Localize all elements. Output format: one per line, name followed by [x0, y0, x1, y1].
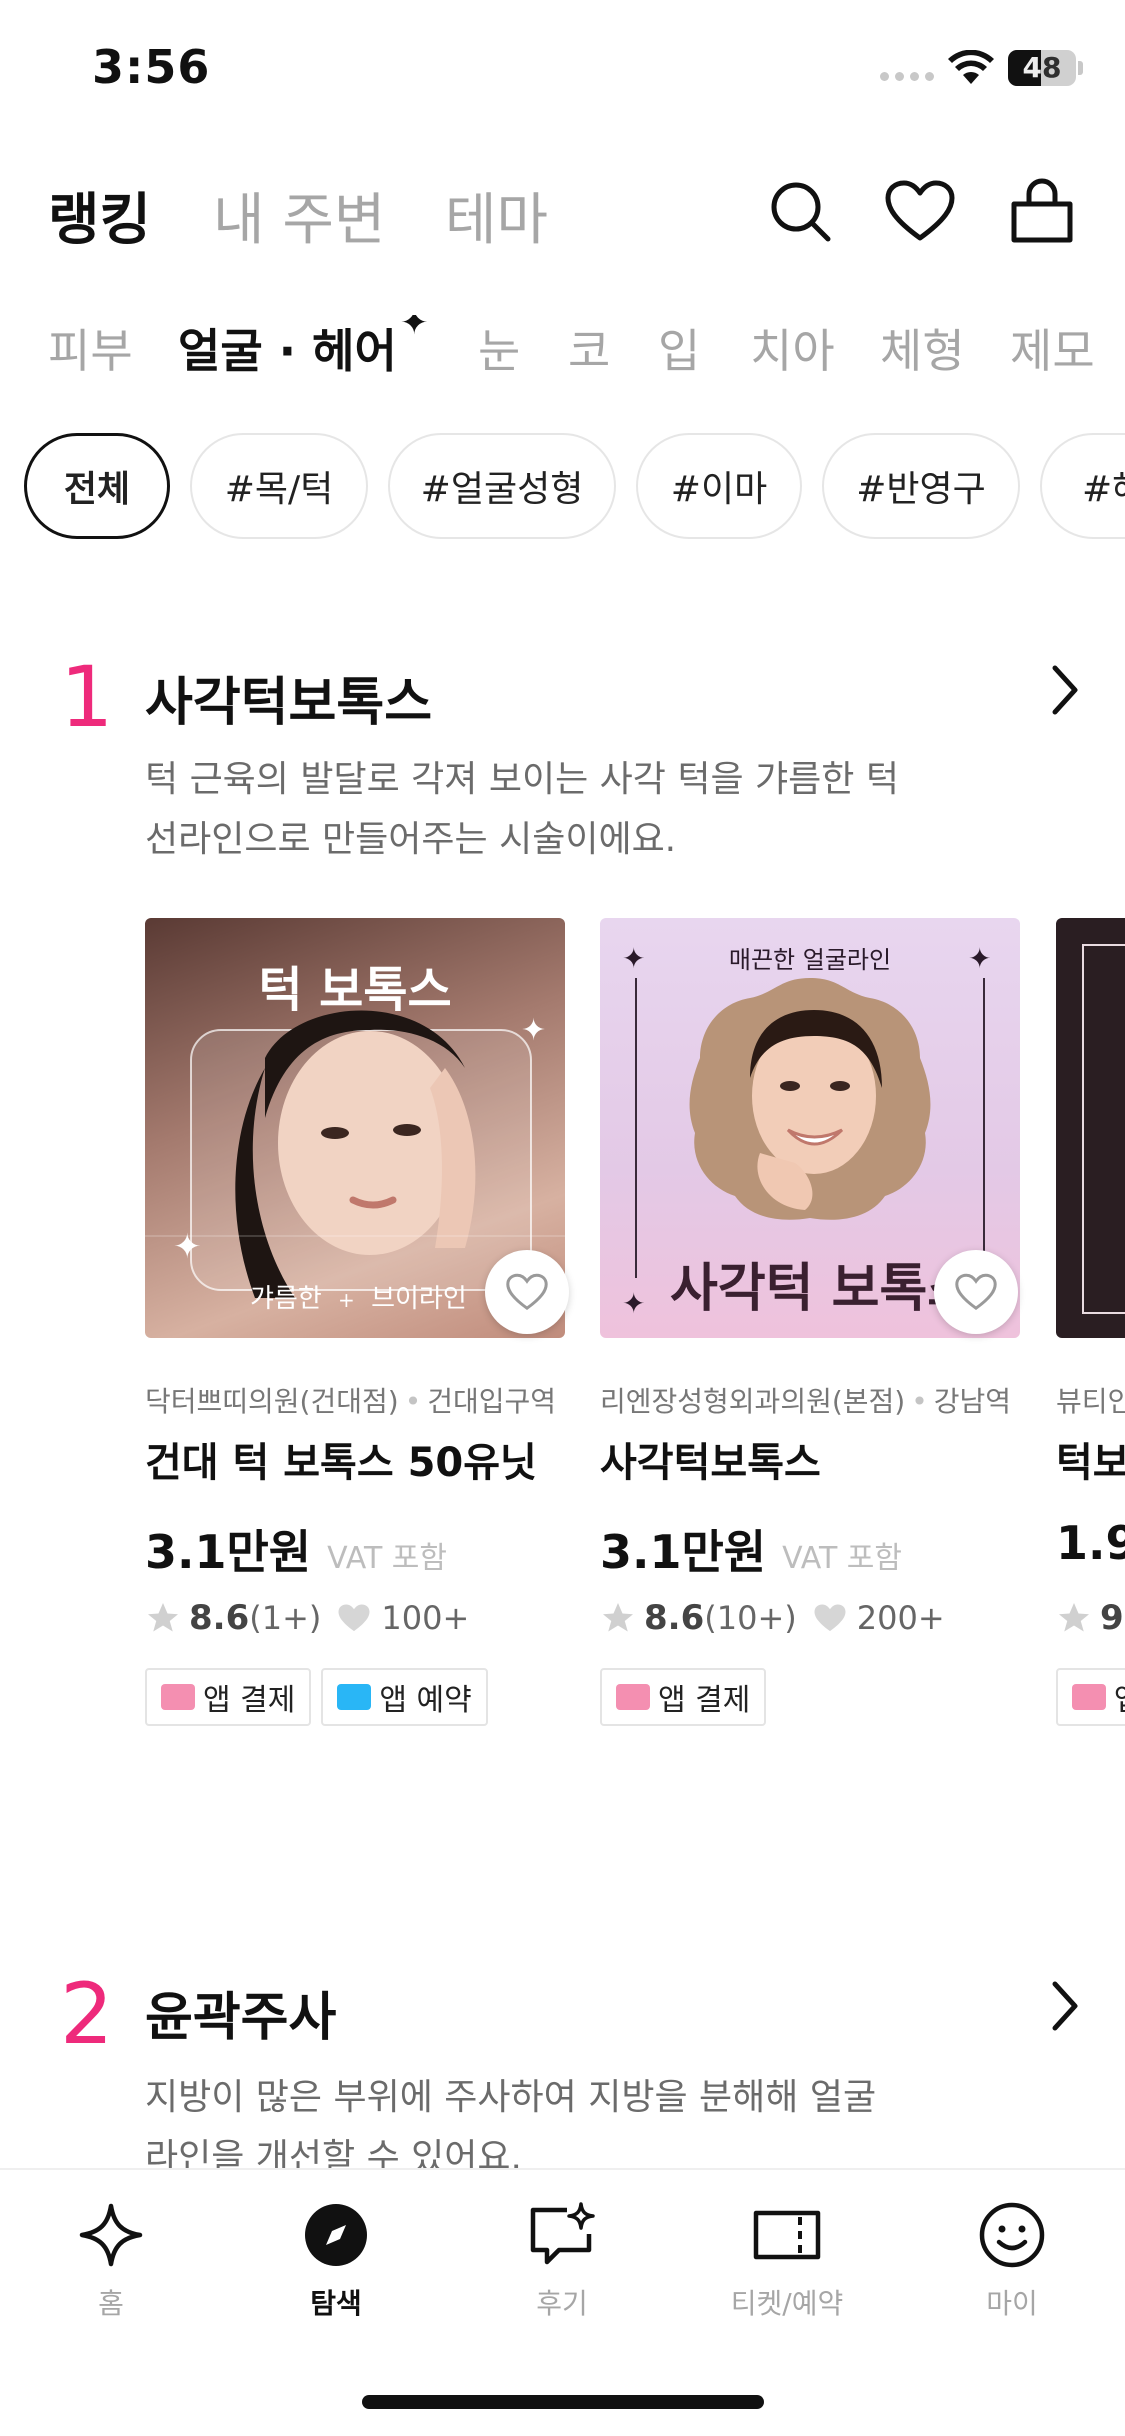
nav-tickets-label: 티켓/예약	[730, 2287, 844, 2320]
battery-icon: 48	[1008, 50, 1076, 86]
status-time: 3:56	[92, 40, 211, 94]
cellular-signal-icon	[880, 72, 934, 81]
product-card[interactable]: ✦ ✦ 턱 보톡스 갸름한 + 브이라인 닥터쁘띠의원(건대점) • 건대입구역 건…	[145, 918, 569, 1738]
sparkle-icon	[79, 2203, 143, 2267]
category-nose[interactable]: 코	[568, 315, 610, 381]
shopping-bag-icon	[1011, 178, 1073, 243]
star-icon	[603, 1603, 633, 1632]
thumbnail-caption: 갸름한 + 브이라인	[250, 1284, 467, 1314]
nav-my[interactable]: 마이	[922, 2200, 1102, 2322]
card-icon	[616, 1684, 650, 1710]
new-sparkle-icon: ✦	[400, 315, 429, 343]
nav-explore[interactable]: 탐색	[246, 2200, 426, 2322]
nav-explore-label: 탐색	[310, 2287, 362, 2320]
filter-chips: 전체 #목/턱 #얼굴성형 #이마 #반영구 #헤	[0, 433, 1125, 541]
nav-reviews-label: 후기	[536, 2287, 588, 2320]
like-button[interactable]	[485, 1250, 569, 1334]
nav-tickets[interactable]: 티켓/예약	[697, 2200, 877, 2322]
category-face-hair[interactable]: 얼굴 · 헤어	[178, 315, 397, 381]
rank-number: 2	[60, 1965, 114, 2063]
rank-description: 턱 근육의 발달로 각져 보이는 사각 턱을 갸름한 턱선라인으로 만들어주는 …	[145, 759, 899, 860]
nav-reviews[interactable]: 후기	[472, 2200, 652, 2322]
product-price: 3.1만원 VAT 포함	[600, 1525, 902, 1579]
badge-row: 앱	[1056, 1668, 1125, 1726]
svg-text:✦: ✦	[622, 1287, 645, 1320]
category-body[interactable]: 체형	[880, 315, 965, 381]
chevron-right-icon[interactable]	[1045, 1976, 1085, 2036]
rank-title[interactable]: 윤곽주사	[145, 1975, 336, 2050]
wishlist-button[interactable]	[884, 175, 956, 247]
app-pay-badge: 앱 결제	[145, 1668, 312, 1726]
category-tabs: 피부 얼굴 · 헤어 ✦ 눈 코 입 치아 체형 제모	[0, 315, 1125, 395]
heart-outline-icon	[955, 1273, 997, 1311]
chip-neck-chin[interactable]: #목/턱	[190, 433, 368, 539]
thumbnail-tagline: 매끈한 얼굴라인	[728, 946, 892, 974]
product-card-partial[interactable]: 뷰티인 턱보 1.9 9 앱	[1056, 918, 1125, 1738]
badge-row: 앱 결제 앱 예약	[145, 1668, 488, 1726]
heart-filled-icon	[338, 1604, 370, 1632]
category-skin[interactable]: 피부	[48, 315, 133, 381]
product-thumbnail	[1056, 918, 1125, 1338]
status-bar: 3:56 48	[0, 0, 1125, 140]
battery-tip	[1078, 61, 1083, 75]
search-icon	[771, 182, 831, 242]
smile-icon	[979, 2202, 1045, 2268]
chip-all[interactable]: 전체	[24, 433, 170, 539]
search-button[interactable]	[764, 175, 836, 247]
tab-nearby[interactable]: 내 주변	[213, 175, 385, 256]
category-hair-removal[interactable]: 제모	[1010, 315, 1095, 381]
thumbnail-title: 사각턱 보톡스	[670, 1259, 976, 1319]
card-icon	[1072, 1684, 1106, 1710]
nav-home[interactable]: 홈	[21, 2200, 201, 2322]
review-icon	[530, 2202, 595, 2265]
tab-ranking[interactable]: 랭킹	[48, 175, 151, 256]
nav-my-label: 마이	[986, 2287, 1038, 2320]
heart-outline-icon	[506, 1273, 548, 1311]
card-icon	[161, 1684, 195, 1710]
tab-theme[interactable]: 테마	[445, 175, 548, 256]
heart-icon	[885, 180, 955, 241]
compass-icon	[305, 2204, 367, 2266]
category-mouth[interactable]: 입	[658, 315, 700, 381]
clinic-info: 리엔장성형외과의원(본점) • 강남역	[600, 1385, 1012, 1418]
chip-forehead[interactable]: #이마	[636, 433, 802, 539]
home-indicator	[362, 2395, 764, 2409]
calendar-check-icon	[337, 1684, 372, 1710]
product-card[interactable]: ✦ ✦ ✦ 매끈한 얼굴라인 사각턱 보톡스 리엔장성형외과의원(본점) • 강남역…	[600, 918, 1020, 1738]
product-stats: 8.6 (1+) 100+	[145, 1598, 469, 1638]
star-icon	[148, 1603, 178, 1632]
app-reserve-badge: 앱 예약	[321, 1668, 488, 1726]
badge-row: 앱 결제	[600, 1668, 767, 1726]
product-name: 사각턱보톡스	[600, 1440, 821, 1486]
star-icon	[1059, 1603, 1089, 1632]
product-stats: 9	[1056, 1598, 1124, 1638]
thumbnail-title: 턱 보톡스	[258, 962, 452, 1018]
chevron-right-icon[interactable]	[1045, 660, 1085, 720]
ticket-icon	[753, 2210, 821, 2260]
cart-button[interactable]	[1006, 175, 1078, 247]
category-eyes[interactable]: 눈	[478, 315, 520, 381]
product-name: 건대 턱 보톡스 50유닛	[145, 1440, 537, 1486]
app-pay-badge: 앱 결제	[600, 1668, 767, 1726]
product-price: 1.9	[1056, 1516, 1125, 1570]
product-name: 턱보	[1056, 1440, 1125, 1486]
category-teeth[interactable]: 치아	[750, 315, 835, 381]
wifi-icon	[948, 50, 994, 84]
clinic-info: 닥터쁘띠의원(건대점) • 건대입구역	[145, 1385, 557, 1418]
rank-title[interactable]: 사각턱보톡스	[145, 660, 432, 735]
nav-home-label: 홈	[98, 2287, 124, 2320]
rank-number: 1	[60, 648, 114, 746]
chip-semi-permanent[interactable]: #반영구	[822, 433, 1020, 539]
product-price: 3.1만원 VAT 포함	[145, 1525, 447, 1579]
chip-hair[interactable]: #헤	[1040, 433, 1125, 539]
top-nav: 랭킹 내 주변 테마	[0, 165, 1125, 275]
clinic-info: 뷰티인	[1056, 1385, 1125, 1418]
chip-face-surgery[interactable]: #얼굴성형	[388, 433, 616, 539]
app-pay-badge: 앱	[1056, 1668, 1125, 1726]
svg-text:✦: ✦	[173, 1227, 202, 1267]
like-button[interactable]	[934, 1250, 1018, 1334]
heart-filled-icon	[814, 1604, 846, 1632]
product-stats: 8.6 (10+) 200+	[600, 1598, 945, 1638]
battery-percent: 48	[1022, 51, 1062, 84]
